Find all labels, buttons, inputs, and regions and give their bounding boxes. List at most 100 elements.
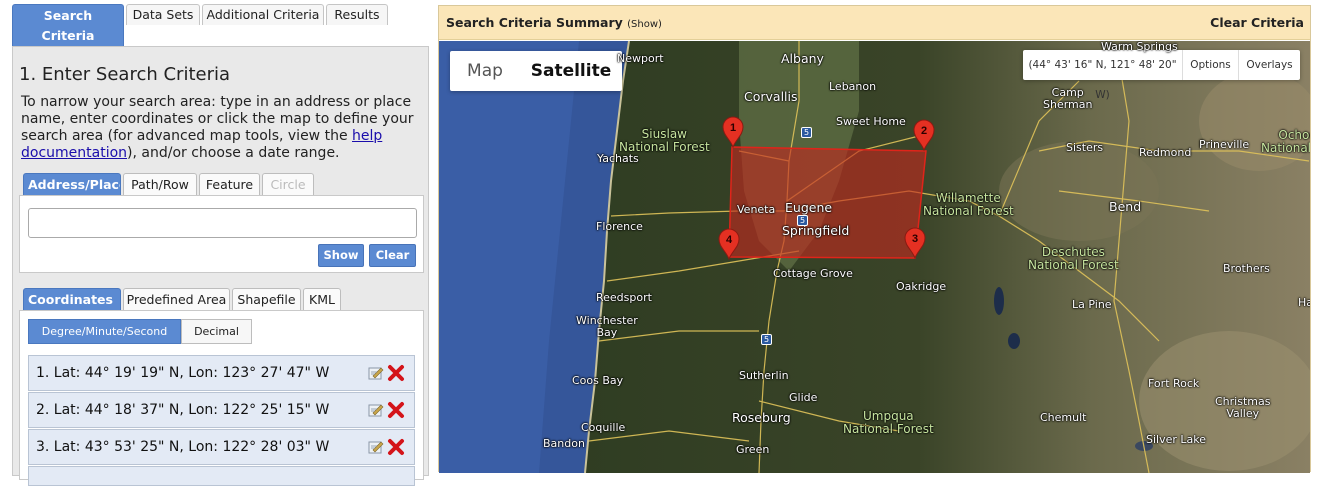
coordinate-text: 1. Lat: 44° 19' 19" N, Lon: 123° 27' 47"… [36, 365, 330, 381]
place-label-yachats: Yachats [597, 152, 639, 165]
map-type-map-button[interactable]: Map [450, 51, 520, 91]
tab-path-row[interactable]: Path/Row [123, 173, 197, 195]
place-label-ha: Ha [1298, 296, 1310, 309]
edit-icon[interactable] [368, 402, 384, 418]
instructions-post: ), and/or choose a date range. [127, 145, 340, 161]
section-heading: 1. Enter Search Criteria [19, 64, 231, 85]
address-box: Show Clear [19, 195, 424, 273]
place-label-green: Green [736, 443, 770, 456]
tab-results[interactable]: Results [326, 4, 388, 25]
tab-kml[interactable]: KML [303, 288, 341, 310]
place-label-brothers: Brothers [1223, 262, 1270, 275]
tab-feature[interactable]: Feature [199, 173, 260, 195]
tab-search-criteria-label: Search Criteria [41, 8, 95, 43]
interstate-5-shield: 5 [797, 215, 809, 226]
coordinates-box: Degree/Minute/Second Decimal 1. Lat: 44°… [19, 310, 424, 486]
search-criteria-summary-bar: Search Criteria Summary (Show) Clear Cri… [439, 6, 1310, 40]
map-overlays-button[interactable]: Overlays [1239, 50, 1300, 80]
address-input[interactable] [28, 208, 417, 238]
place-label-coos-bay: Coos Bay [572, 374, 624, 387]
place-label-sisters: Sisters [1066, 141, 1104, 154]
place-label-eugene: Eugene [785, 200, 833, 215]
tab-additional-criteria-label: Additional Criteria [206, 7, 320, 22]
tab-shapefile[interactable]: Shapefile [232, 288, 301, 310]
coordinate-text: 3. Lat: 43° 53' 25" N, Lon: 122° 28' 03"… [36, 439, 330, 455]
place-label-willamette-nf: Willamette National Forest [923, 191, 1014, 218]
place-label-bandon: Bandon [543, 437, 585, 450]
map-type-satellite-button[interactable]: Satellite [520, 51, 622, 91]
map-options-button[interactable]: Options [1183, 50, 1239, 80]
coordinate-row: 2. Lat: 44° 18' 37" N, Lon: 122° 25' 15"… [28, 392, 415, 428]
svg-text:3: 3 [912, 233, 918, 245]
instructions-text: To narrow your search area: type in an a… [21, 94, 426, 162]
place-label-cottage-grove: Cottage Grove [773, 267, 853, 280]
place-label-ochoco-nf: Ochoco National Fore [1261, 128, 1310, 155]
tab-search-criteria[interactable]: Search Criteria [12, 4, 124, 46]
place-label-glide: Glide [789, 391, 818, 404]
interstate-5-shield: 5 [801, 127, 813, 138]
tab-data-sets[interactable]: Data Sets [126, 4, 200, 25]
search-sidebar: Search Criteria Data Sets Additional Cri… [0, 0, 432, 486]
place-label-silver-lake: Silver Lake [1146, 433, 1207, 446]
place-label-redmond: Redmond [1139, 146, 1192, 159]
place-label-sutherlin: Sutherlin [739, 369, 789, 382]
edit-icon[interactable] [368, 439, 384, 455]
delete-icon[interactable] [387, 438, 405, 456]
coordinate-row-partial [28, 466, 415, 486]
interstate-5-shield: 5 [761, 334, 773, 345]
search-criteria-panel: 1. Enter Search Criteria To narrow your … [12, 46, 429, 486]
map-container: Search Criteria Summary (Show) Clear Cri… [438, 5, 1311, 473]
place-label-prineville: Prineville [1199, 138, 1250, 151]
place-label-roseburg: Roseburg [732, 410, 791, 425]
show-button[interactable]: Show [318, 244, 364, 267]
summary-show-link[interactable]: (Show) [627, 19, 662, 30]
place-label-fort-rock: Fort Rock [1148, 377, 1200, 390]
svg-text:1: 1 [730, 122, 736, 134]
format-decimal[interactable]: Decimal [181, 319, 252, 344]
tab-data-sets-label: Data Sets [132, 7, 194, 22]
delete-icon[interactable] [387, 401, 405, 419]
coordinate-text: 2. Lat: 44° 18' 37" N, Lon: 122° 25' 15"… [36, 402, 330, 418]
delete-icon[interactable] [387, 364, 405, 382]
place-label-deschutes-nf: Deschutes National Forest [1028, 245, 1119, 272]
svg-text:2: 2 [921, 125, 927, 137]
coordinate-row: 3. Lat: 43° 53' 25" N, Lon: 122° 28' 03"… [28, 429, 415, 465]
place-label-oakridge: Oakridge [896, 280, 947, 293]
place-label-coquille: Coquille [581, 421, 626, 434]
place-label-lebanon: Lebanon [829, 80, 877, 93]
place-label-florence: Florence [596, 220, 643, 233]
place-label-camp-sherman: Camp Sherman [1043, 86, 1093, 111]
map-type-control: Map Satellite [450, 51, 622, 91]
svg-text:4: 4 [726, 234, 733, 246]
tab-additional-criteria[interactable]: Additional Criteria [202, 4, 324, 25]
place-label-bend: Bend [1109, 199, 1142, 214]
place-label-springfield: Springfield [782, 223, 850, 238]
tab-results-label: Results [334, 7, 380, 22]
tab-predefined-area[interactable]: Predefined Area [123, 288, 230, 310]
tab-circle: Circle [262, 173, 314, 195]
place-label-umpqua-nf: Umpqua National Forest [843, 409, 934, 436]
place-label-sweet-home: Sweet Home [836, 115, 906, 128]
clear-button[interactable]: Clear [369, 244, 416, 267]
summary-title-text: Search Criteria Summary [446, 15, 623, 30]
summary-title: Search Criteria Summary (Show) [446, 15, 662, 30]
place-label-siuslaw-nf: Siuslaw National Forest [619, 127, 710, 154]
satellite-map[interactable]: 1 2 3 4 Map Satellite (44° 43' 16" N, 12… [439, 41, 1310, 473]
place-label-corvallis: Corvallis [744, 89, 798, 104]
place-label-winchester-bay: Winchester Bay [576, 314, 638, 339]
coordinate-readout: (44° 43' 16" N, 121° 48' 20" W) [1023, 50, 1183, 101]
place-label-albany: Albany [781, 51, 824, 66]
place-label-warm-springs: Warm Springs [1101, 41, 1178, 53]
place-label-reedsport: Reedsport [596, 291, 652, 304]
coordinate-row: 1. Lat: 44° 19' 19" N, Lon: 123° 27' 47"… [28, 355, 415, 391]
tab-coordinates[interactable]: Coordinates [23, 288, 121, 310]
clear-criteria-link[interactable]: Clear Criteria [1210, 15, 1304, 30]
place-label-newport: Newport [617, 52, 664, 65]
format-dms[interactable]: Degree/Minute/Second [28, 319, 181, 344]
tab-address-place[interactable]: Address/Place [23, 173, 121, 195]
edit-icon[interactable] [368, 365, 384, 381]
place-label-chemult: Chemult [1040, 411, 1087, 424]
place-label-veneta: Veneta [737, 203, 776, 216]
map-tools-bar: (44° 43' 16" N, 121° 48' 20" W) Options … [1023, 50, 1300, 101]
place-label-christmas-valley: Christmas Valley [1215, 395, 1271, 420]
